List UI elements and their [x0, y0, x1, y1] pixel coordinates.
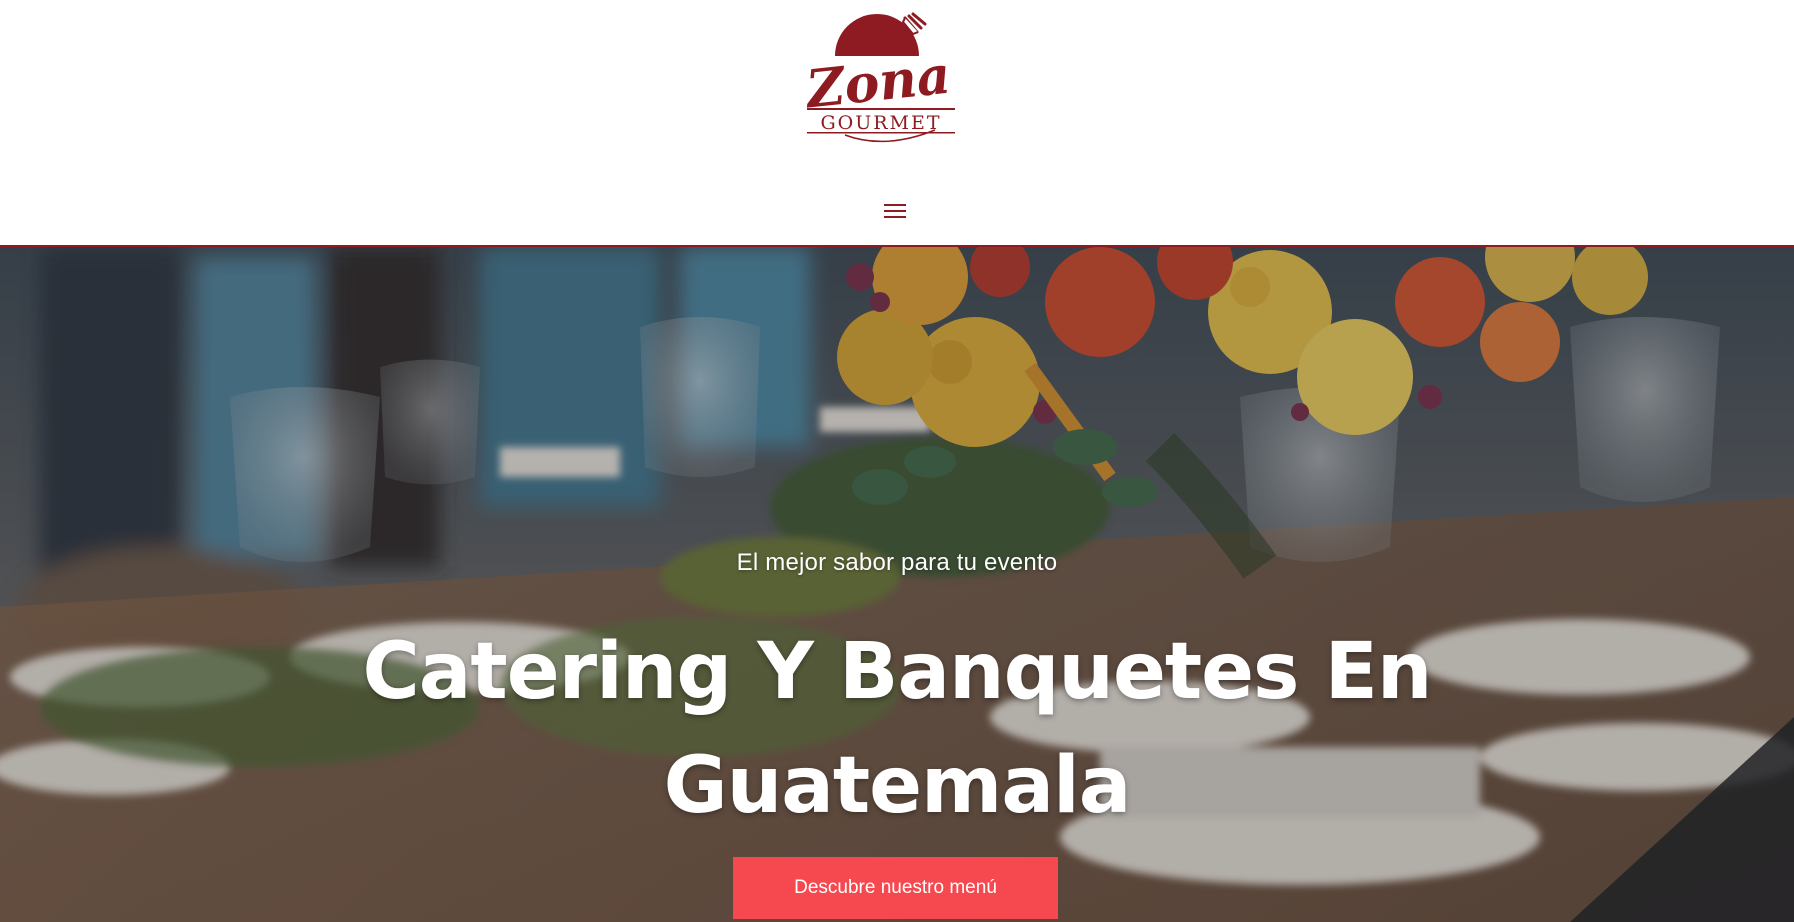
svg-text:GOURMET: GOURMET [820, 112, 941, 134]
page: Zona GOURMET El mejor sabor para tu even… [0, 0, 1794, 922]
menu-bar [884, 204, 906, 206]
menu-bar [884, 210, 906, 212]
site-header: Zona GOURMET [0, 0, 1794, 247]
hero-title: Catering Y Banquetes En Guatemala [362, 627, 1433, 831]
hamburger-menu-icon[interactable] [881, 201, 909, 221]
hero-content: El mejor sabor para tu evento Catering Y… [0, 247, 1794, 922]
site-logo[interactable]: Zona GOURMET [805, 8, 957, 143]
discover-menu-button[interactable]: Descubre nuestro menú [733, 857, 1058, 919]
hero-subtitle: El mejor sabor para tu evento [736, 549, 1058, 576]
zona-gourmet-logo: Zona GOURMET [805, 12, 955, 143]
menu-bar [884, 216, 906, 218]
hero-section: El mejor sabor para tu evento Catering Y… [0, 247, 1794, 922]
